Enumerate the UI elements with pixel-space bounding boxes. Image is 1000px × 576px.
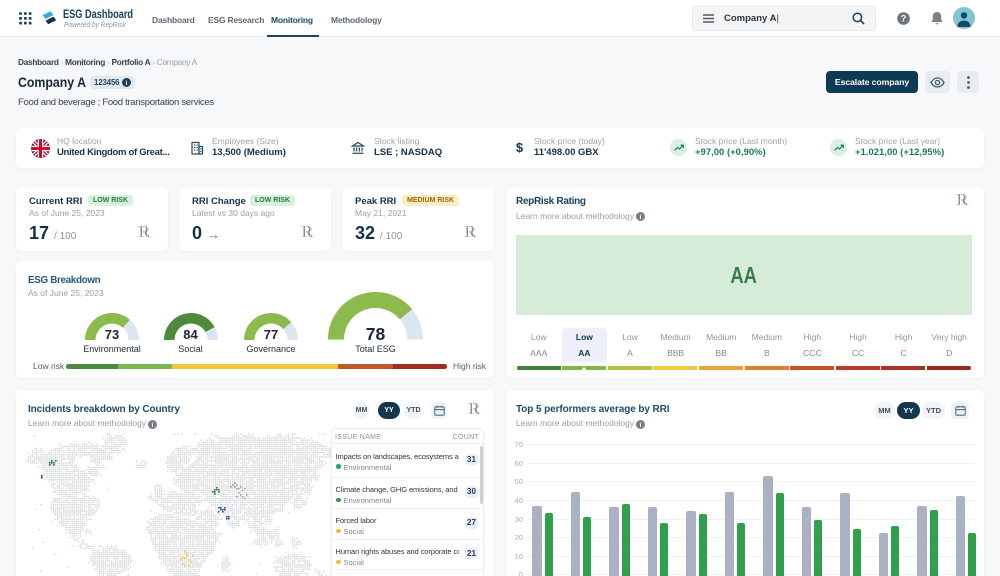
- svg-text:?: ?: [901, 14, 907, 24]
- svg-text:i: i: [126, 80, 128, 87]
- svg-text:i: i: [640, 421, 642, 428]
- svg-text:i: i: [640, 214, 642, 221]
- svg-text:i: i: [152, 421, 154, 428]
